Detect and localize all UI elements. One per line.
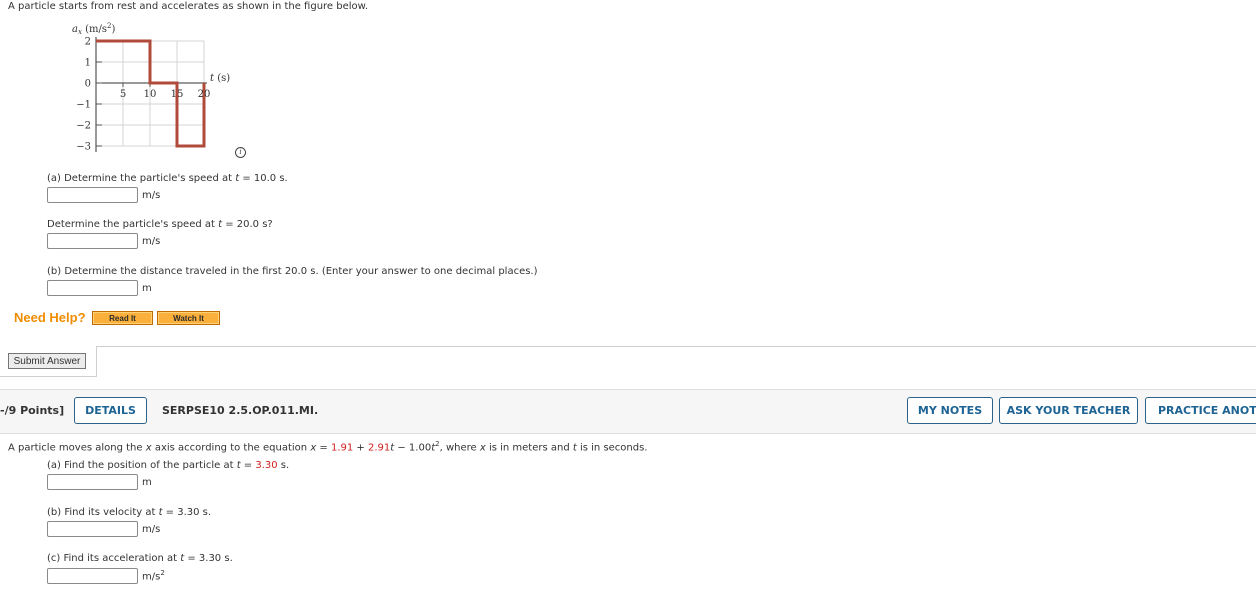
read-it-button[interactable]: Read It <box>92 311 153 325</box>
q2-intro: A particle moves along the x axis accord… <box>8 440 648 454</box>
info-icon[interactable]: i <box>235 147 246 158</box>
submit-tab-border-top <box>96 346 1256 347</box>
ask-your-teacher-button[interactable]: ASK YOUR TEACHER <box>999 397 1138 424</box>
x-tick-label: 20 <box>198 89 211 100</box>
y-tick-label: −3 <box>76 142 91 153</box>
submit-tab-border-side <box>96 346 97 377</box>
acceleration-graph: 210−1−2−35 10 15 20ax (m/s2)t (s) <box>72 22 230 153</box>
y-tick-label: −2 <box>76 121 91 132</box>
need-help-label: Need Help? <box>14 310 86 325</box>
y-axis-title: ax (m/s2) <box>72 22 115 36</box>
practice-another-button[interactable]: PRACTICE ANOTHER <box>1145 397 1256 424</box>
x-tick-label: 15 <box>171 89 184 100</box>
q1-part-a-prompt: (a) Determine the particle's speed at t … <box>47 173 288 184</box>
y-tick-label: 1 <box>85 58 91 69</box>
q1-part-a2-unit: m/s <box>142 235 161 247</box>
x-tick-label: 10 <box>144 89 157 100</box>
q1-part-a2-input[interactable] <box>47 233 138 249</box>
q2-part-a-unit: m <box>142 476 152 488</box>
q2-part-c-input[interactable] <box>47 568 138 584</box>
my-notes-button[interactable]: MY NOTES <box>907 397 993 424</box>
watch-it-button[interactable]: Watch It <box>157 311 220 325</box>
q1-part-b-unit: m <box>142 282 152 294</box>
q1-part-a-unit: m/s <box>142 189 161 201</box>
q2-part-b-input[interactable] <box>47 521 138 537</box>
q2-part-a-input[interactable] <box>47 474 138 490</box>
x-axis-title: t (s) <box>210 73 230 84</box>
question-header: -/9 Points] DETAILS SERPSE10 2.5.OP.011.… <box>0 389 1256 434</box>
points-label: -/9 Points] <box>0 404 65 417</box>
q2-part-a-prompt: (a) Find the position of the particle at… <box>47 460 290 471</box>
q2-part-c-prompt: (c) Find its acceleration at t = 3.30 s. <box>47 553 233 564</box>
details-button[interactable]: DETAILS <box>74 397 147 424</box>
y-tick-label: 0 <box>85 79 91 90</box>
x-tick-label: 5 <box>120 89 126 100</box>
submit-answer-button[interactable]: Submit Answer <box>8 353 86 369</box>
q2-part-b-unit: m/s <box>142 523 161 535</box>
q1-part-b-input[interactable] <box>47 280 138 296</box>
question-id: SERPSE10 2.5.OP.011.MI. <box>162 404 319 417</box>
given-value-c1: 1.91 <box>330 442 354 454</box>
y-tick-label: 2 <box>85 37 91 48</box>
given-time: 3.30 <box>255 460 278 471</box>
submit-tab-border-bottom <box>0 376 97 377</box>
q1-part-a-input[interactable] <box>47 187 138 203</box>
given-value-c2: 2.91 <box>368 442 391 454</box>
y-tick-label: −1 <box>76 100 91 111</box>
q2-part-c-unit: m/s2 <box>142 569 165 583</box>
q2-part-b-prompt: (b) Find its velocity at t = 3.30 s. <box>47 507 212 518</box>
q1-part-a2-prompt: Determine the particle's speed at t = 20… <box>47 219 273 230</box>
q1-part-b-prompt: (b) Determine the distance traveled in t… <box>47 266 538 277</box>
